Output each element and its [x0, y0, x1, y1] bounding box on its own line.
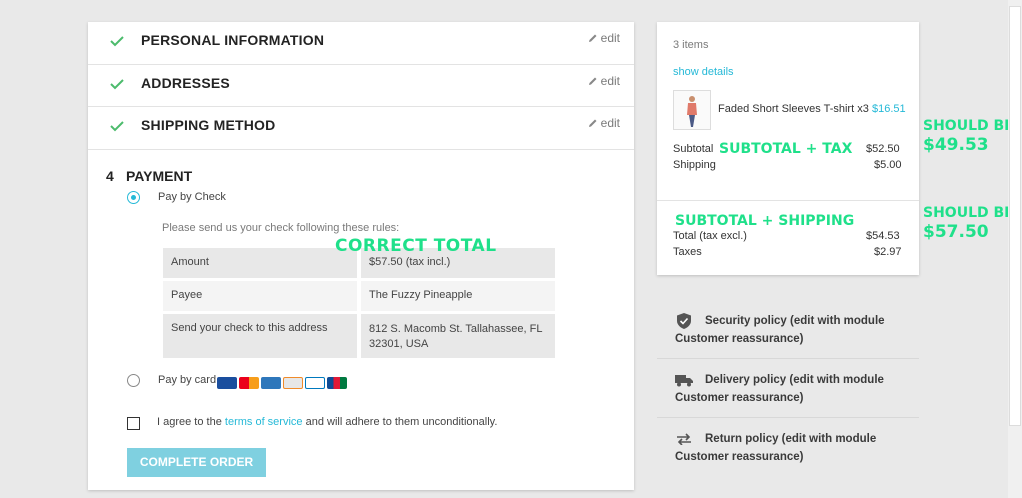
jcb-icon [327, 376, 347, 389]
terms-text: I agree to the terms of service and will… [157, 416, 498, 428]
product-price: $16.51 [872, 103, 906, 115]
annotation-correct-total: CORRECT TOTAL [335, 236, 497, 256]
pay-by-check-radio[interactable] [127, 191, 140, 204]
shipping-label: Shipping [673, 159, 716, 171]
step-shipping-method[interactable]: SHIPPING METHOD edit [88, 107, 634, 150]
payment-step-title: PAYMENT [126, 168, 193, 184]
total-value: $54.53 [866, 230, 900, 242]
amex-icon [261, 376, 281, 389]
card-logos [217, 374, 349, 389]
checkmark-icon [110, 121, 124, 132]
diners-icon [305, 376, 325, 389]
terms-checkbox[interactable] [127, 417, 140, 430]
tshirt-model-icon [687, 96, 697, 127]
pencil-icon [588, 77, 597, 85]
edit-link[interactable]: edit [588, 116, 620, 130]
taxes-label: Taxes [673, 246, 702, 258]
subtotal-label: Subtotal [673, 143, 714, 155]
reassurance-text: Security policy (edit with module Custom… [675, 315, 885, 345]
annotation-should-be-1-line2: $49.53 [923, 135, 989, 155]
shipping-value: $5.00 [874, 159, 902, 171]
terms-of-service-link[interactable]: terms of service [225, 416, 303, 428]
table-cell-value-address: 812 S. Macomb St. Tallahassee, FL 32301,… [361, 314, 555, 358]
annotation-subtotal-tax: SUBTOTAL + TAX [719, 141, 853, 157]
subtotal-value: $52.50 [866, 143, 900, 155]
pencil-icon [588, 119, 597, 127]
step-personal-information[interactable]: PERSONAL INFORMATION edit [88, 22, 634, 65]
checkmark-icon [110, 36, 124, 47]
total-label: Total (tax excl.) [673, 230, 747, 242]
reassurance-security[interactable]: Security policy (edit with module Custom… [657, 306, 919, 359]
edit-link[interactable]: edit [588, 31, 620, 45]
step-addresses[interactable]: ADDRESSES edit [88, 65, 634, 107]
edit-link[interactable]: edit [588, 74, 620, 88]
check-rules-text: Please send us your check following thes… [162, 222, 400, 234]
scrollbar-track[interactable] [1008, 0, 1022, 498]
reassurance-return[interactable]: Return policy (edit with module Customer… [657, 424, 919, 474]
step-title: ADDRESSES [141, 75, 230, 91]
reassurance-text: Return policy (edit with module Customer… [675, 433, 877, 463]
annotation-should-be-2-line1: SHOULD BE [923, 205, 1014, 221]
pay-by-card-label[interactable]: Pay by card [158, 374, 216, 386]
annotation-should-be-1-line1: SHOULD BE [923, 118, 1014, 134]
step-title: PERSONAL INFORMATION [141, 32, 325, 48]
table-cell-value-payee: The Fuzzy Pineapple [361, 281, 555, 311]
reassurance-text: Delivery policy (edit with module Custom… [675, 374, 884, 404]
product-name[interactable]: Faded Short Sleeves T-shirt x3 [718, 103, 869, 115]
checkmark-icon [110, 79, 124, 90]
pencil-icon [588, 34, 597, 42]
scrollbar-thumb[interactable] [1009, 6, 1021, 426]
annotation-should-be-2-line2: $57.50 [923, 222, 989, 242]
mastercard-icon [239, 376, 259, 389]
complete-order-button[interactable]: COMPLETE ORDER [127, 448, 266, 477]
table-cell-label-payee: Payee [163, 281, 357, 311]
summary-divider [657, 200, 919, 201]
table-cell-label-address: Send your check to this address [163, 314, 357, 358]
taxes-value: $2.97 [874, 246, 902, 258]
payment-step-number: 4 [106, 168, 114, 184]
product-thumbnail [673, 90, 711, 130]
visa-icon [217, 376, 237, 389]
pay-by-check-label[interactable]: Pay by Check [158, 191, 226, 203]
items-count: 3 items [673, 39, 709, 51]
annotation-subtotal-shipping: SUBTOTAL + SHIPPING [675, 213, 855, 229]
reassurance-delivery[interactable]: Delivery policy (edit with module Custom… [657, 365, 919, 418]
table-cell-label-amount: Amount [163, 248, 357, 278]
step-title: SHIPPING METHOD [141, 117, 276, 133]
show-details-link[interactable]: show details [673, 66, 734, 78]
discover-icon [283, 376, 303, 389]
pay-by-card-radio[interactable] [127, 374, 140, 387]
